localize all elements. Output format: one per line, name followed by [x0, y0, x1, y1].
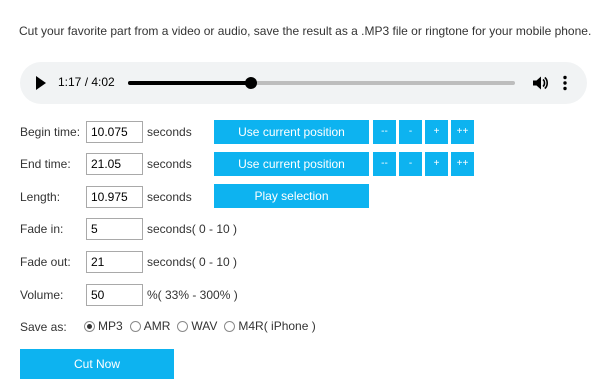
play-icon[interactable] — [36, 76, 46, 90]
fade-out-label: Fade out: — [20, 255, 71, 269]
end-increase-large-button[interactable]: ++ — [451, 152, 474, 176]
fade-in-input[interactable] — [86, 218, 143, 240]
end-time-input[interactable] — [86, 153, 143, 175]
volume-icon[interactable] — [531, 74, 549, 92]
length-label: Length: — [20, 190, 61, 204]
save-as-label: Save as: — [20, 320, 67, 334]
format-radio-mp3[interactable] — [84, 320, 95, 332]
format-radio-m4r[interactable] — [224, 320, 236, 332]
more-vert-icon[interactable] — [562, 75, 568, 91]
end-increase-button[interactable]: + — [425, 152, 448, 176]
format-label-m4r: M4R( iPhone ) — [238, 319, 316, 333]
fade-out-input[interactable] — [86, 251, 143, 273]
format-radio-amr[interactable] — [129, 320, 141, 332]
length-input[interactable] — [86, 186, 143, 208]
end-decrease-button[interactable]: - — [399, 152, 422, 176]
volume-label: Volume: — [20, 288, 64, 302]
begin-increase-large-button[interactable]: ++ — [451, 120, 474, 144]
begin-time-input[interactable] — [86, 121, 143, 143]
fade-in-label: Fade in: — [20, 222, 64, 236]
format-radio-group: MP3 AMR WAV M4R( iPhone ) — [84, 319, 323, 333]
end-time-label: End time: — [20, 157, 71, 171]
format-label-mp3: MP3 — [98, 319, 123, 333]
end-use-current-button[interactable]: Use current position — [214, 152, 369, 176]
format-radio-wav[interactable] — [177, 320, 189, 332]
fade-in-unit: seconds( 0 - 10 ) — [147, 222, 238, 236]
intro-text: Cut your favorite part from a video or a… — [19, 24, 592, 38]
begin-time-label: Begin time: — [20, 125, 81, 139]
end-decrease-large-button[interactable]: -- — [373, 152, 396, 176]
seek-bar[interactable] — [128, 77, 515, 89]
begin-use-current-button[interactable]: Use current position — [214, 120, 369, 144]
end-time-unit: seconds — [147, 157, 192, 171]
volume-input[interactable] — [86, 284, 143, 306]
play-selection-button[interactable]: Play selection — [214, 184, 369, 208]
begin-decrease-large-button[interactable]: -- — [373, 120, 396, 144]
begin-increase-button[interactable]: + — [425, 120, 448, 144]
cut-now-button[interactable]: Cut Now — [20, 349, 174, 379]
format-label-wav: WAV — [191, 319, 218, 333]
seek-bar-progress — [128, 81, 251, 85]
fade-out-unit: seconds( 0 - 10 ) — [147, 255, 238, 269]
audio-player: 1:17 / 4:02 — [20, 62, 587, 104]
time-display: 1:17 / 4:02 — [58, 75, 115, 89]
seek-thumb[interactable] — [244, 77, 257, 89]
length-unit: seconds — [147, 190, 192, 204]
begin-decrease-button[interactable]: - — [399, 120, 422, 144]
volume-unit: %( 33% - 300% ) — [147, 288, 238, 302]
format-label-amr: AMR — [143, 319, 171, 333]
begin-time-unit: seconds — [147, 125, 192, 139]
